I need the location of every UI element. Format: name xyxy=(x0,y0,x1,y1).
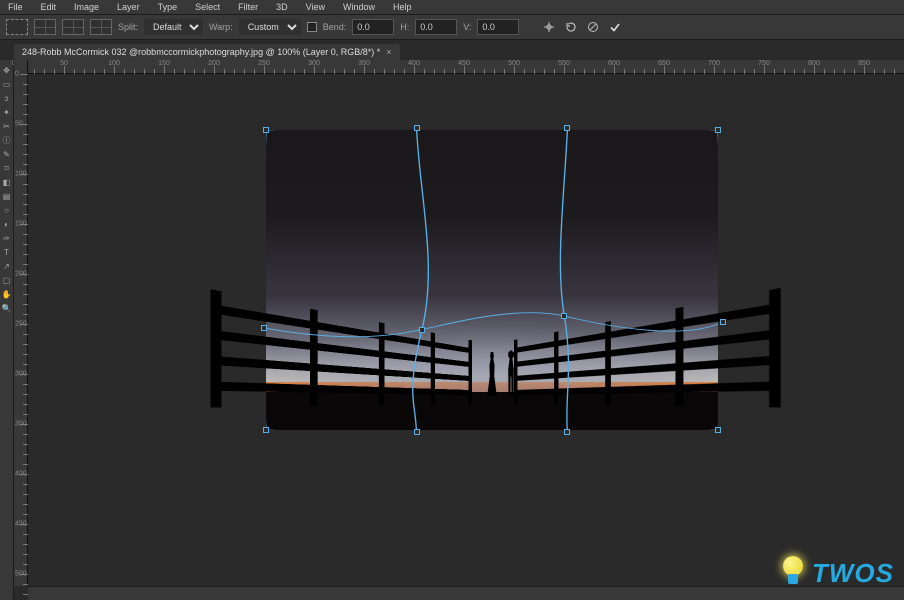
menubar: File Edit Image Layer Type Select Filter… xyxy=(0,0,904,14)
dodge-tool-icon[interactable]: ◐ xyxy=(1,218,13,230)
document-tabstrip: 248-Robb McCormick 032 @robbmccormickpho… xyxy=(0,40,904,60)
warp-handle[interactable] xyxy=(263,127,269,133)
lasso-tool-icon[interactable]: ɔ xyxy=(1,92,13,104)
twos-text: TWOS xyxy=(812,558,894,589)
menu-image[interactable]: Image xyxy=(74,2,99,12)
pen-tool-icon[interactable]: ✑ xyxy=(1,232,13,244)
menu-layer[interactable]: Layer xyxy=(117,2,140,12)
warp-handle[interactable] xyxy=(715,127,721,133)
split-label: Split: xyxy=(118,22,138,32)
cancel-transform-icon[interactable] xyxy=(585,19,601,35)
bend-field[interactable]: 0.0 xyxy=(352,19,394,35)
hand-tool-icon[interactable]: ✋ xyxy=(1,288,13,300)
path-tool-icon[interactable]: ↗ xyxy=(1,260,13,272)
menu-select[interactable]: Select xyxy=(195,2,220,12)
warp-mode-label: Warp: xyxy=(209,22,233,32)
warp-handle[interactable] xyxy=(561,313,567,319)
toolbox: ✥ ▭ ɔ ✦ ✂ ⓘ ✎ ⌑ ◧ ▤ ○ ◐ ✑ T ↗ ▢ ✋ 🔍 xyxy=(0,60,14,600)
h-label: H: xyxy=(400,22,409,32)
menu-file[interactable]: File xyxy=(8,2,23,12)
menu-filter[interactable]: Filter xyxy=(238,2,258,12)
shape-tool-icon[interactable]: ▢ xyxy=(1,274,13,286)
menu-help[interactable]: Help xyxy=(393,2,412,12)
gradient-tool-icon[interactable]: ▤ xyxy=(1,190,13,202)
lightbulb-icon xyxy=(780,556,806,590)
horizontal-split-icon[interactable] xyxy=(90,19,112,35)
twos-watermark: TWOS xyxy=(780,556,894,590)
warp-mode-default[interactable]: Default xyxy=(144,19,203,35)
menu-view[interactable]: View xyxy=(306,2,325,12)
v-label: V: xyxy=(463,22,471,32)
eyedropper-tool-icon[interactable]: ⓘ xyxy=(1,134,13,146)
reset-warp-icon[interactable] xyxy=(563,19,579,35)
image-layer[interactable] xyxy=(266,130,718,430)
v-field[interactable]: 0.0 xyxy=(477,19,519,35)
menu-edit[interactable]: Edit xyxy=(41,2,57,12)
menu-3d[interactable]: 3D xyxy=(276,2,288,12)
vertical-split-icon[interactable] xyxy=(62,19,84,35)
options-bar: Split: Default Warp: Custom Bend: 0.0 H:… xyxy=(0,14,904,40)
blur-tool-icon[interactable]: ○ xyxy=(1,204,13,216)
crosshatch-split-icon[interactable] xyxy=(34,19,56,35)
type-tool-icon[interactable]: T xyxy=(1,246,13,258)
zoom-tool-icon[interactable]: 🔍 xyxy=(1,302,13,314)
brush-tool-icon[interactable]: ✎ xyxy=(1,148,13,160)
warp-handle[interactable] xyxy=(419,327,425,333)
menu-window[interactable]: Window xyxy=(343,2,375,12)
warp-handle[interactable] xyxy=(261,325,267,331)
warp-handle[interactable] xyxy=(414,429,420,435)
bend-label: Bend: xyxy=(323,22,347,32)
scrollbar-horizontal[interactable] xyxy=(28,586,904,600)
canvas[interactable] xyxy=(28,74,904,586)
wand-tool-icon[interactable]: ✦ xyxy=(1,106,13,118)
warp-handle[interactable] xyxy=(263,427,269,433)
marquee-tool-icon[interactable]: ▭ xyxy=(1,78,13,90)
move-tool-icon[interactable]: ✥ xyxy=(1,64,13,76)
commit-transform-icon[interactable] xyxy=(607,19,623,35)
h-field[interactable]: 0.0 xyxy=(415,19,457,35)
menu-type[interactable]: Type xyxy=(158,2,178,12)
close-tab-icon[interactable]: × xyxy=(386,47,391,57)
ruler-vertical[interactable]: 050100150200250300350400450500 xyxy=(14,60,28,586)
clone-tool-icon[interactable]: ⌑ xyxy=(1,162,13,174)
warp-handle[interactable] xyxy=(414,125,420,131)
crop-tool-icon[interactable]: ✂ xyxy=(1,120,13,132)
warp-orientation-toggle[interactable] xyxy=(307,22,317,32)
warp-handle[interactable] xyxy=(564,125,570,131)
warp-handle[interactable] xyxy=(720,319,726,325)
warp-bounds-icon[interactable] xyxy=(6,19,28,35)
ruler-horizontal[interactable]: 0501001502002503003504004505005506006507… xyxy=(14,60,904,74)
warp-handle[interactable] xyxy=(564,429,570,435)
warp-handle[interactable] xyxy=(715,427,721,433)
eraser-tool-icon[interactable]: ◧ xyxy=(1,176,13,188)
document-tab-title: 248-Robb McCormick 032 @robbmccormickpho… xyxy=(22,47,380,57)
document-tab[interactable]: 248-Robb McCormick 032 @robbmccormickpho… xyxy=(14,44,400,60)
anchor-point-icon[interactable] xyxy=(541,19,557,35)
warp-mode-select[interactable]: Custom xyxy=(239,19,301,35)
